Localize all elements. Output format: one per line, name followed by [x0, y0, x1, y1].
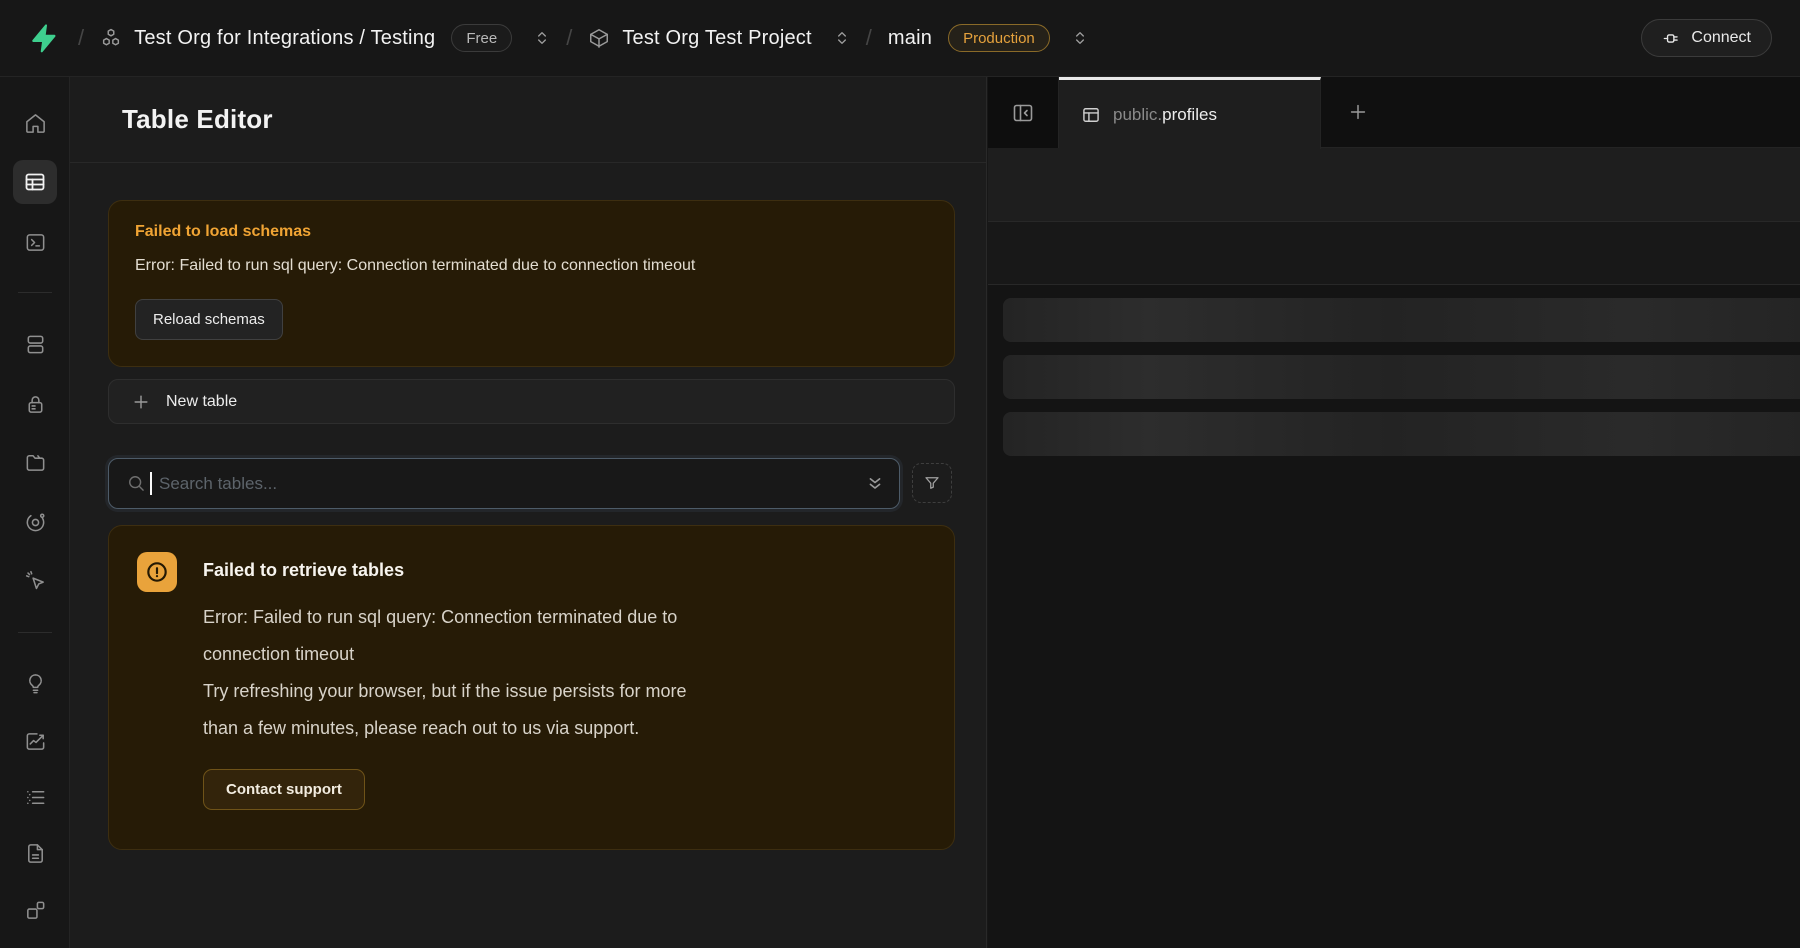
- lightbulb-icon: [24, 672, 47, 695]
- sidebar-item-api-docs[interactable]: [13, 831, 57, 875]
- home-icon: [24, 112, 47, 135]
- expand-schemas-button[interactable]: [864, 470, 886, 496]
- supabase-logo-icon[interactable]: [28, 23, 58, 53]
- database-icon: [24, 333, 47, 356]
- plug-icon: [1662, 29, 1681, 48]
- breadcrumb-org: Test Org for Integrations / Testing Free: [100, 24, 550, 52]
- chevrons-down-icon: [864, 470, 886, 496]
- search-tables-input[interactable]: [108, 458, 900, 509]
- cursor-click-icon: [24, 569, 47, 592]
- text-cursor: [150, 472, 152, 495]
- terminal-icon: [24, 231, 47, 254]
- plus-icon: [131, 392, 151, 412]
- icon-sidebar: [0, 77, 70, 948]
- tables-error-message: Error: Failed to run sql query: Connecti…: [203, 599, 926, 747]
- orbit-icon: [24, 511, 47, 534]
- app-header: / Test Org for Integrations / Testing Fr…: [0, 0, 1800, 77]
- connect-label: Connect: [1691, 29, 1751, 47]
- sidebar-item-sql-editor[interactable]: [13, 220, 57, 264]
- schema-error-title: Failed to load schemas: [135, 223, 928, 241]
- list-icon: [24, 786, 47, 809]
- table-editor-icon: [23, 170, 47, 194]
- tab-schema: public.: [1113, 105, 1162, 124]
- environment-badge: Production: [948, 24, 1050, 52]
- file-text-icon: [24, 842, 47, 865]
- breadcrumb-separator: /: [566, 25, 572, 51]
- sidebar-divider: [18, 292, 52, 293]
- page-title: Table Editor: [122, 104, 273, 135]
- schema-error-message: Error: Failed to run sql query: Connecti…: [135, 257, 928, 275]
- sidebar-item-storage[interactable]: [13, 440, 57, 484]
- branch-switcher-button[interactable]: [1072, 30, 1088, 46]
- chevrons-up-down-icon: [1072, 30, 1088, 46]
- tables-error-line: connection timeout: [203, 636, 926, 673]
- box-icon: [588, 27, 610, 49]
- tab-bar: public.profiles: [988, 77, 1800, 148]
- tab-public-profiles[interactable]: public.profiles: [1059, 77, 1321, 149]
- boxes-icon: [100, 27, 122, 49]
- table-editor-panel: Table Editor Failed to load schemas Erro…: [70, 77, 987, 948]
- sidebar-item-realtime[interactable]: [13, 558, 57, 602]
- tab-label: public.profiles: [1113, 105, 1217, 125]
- connect-button[interactable]: Connect: [1641, 19, 1772, 57]
- breadcrumb-separator: /: [866, 25, 872, 51]
- tables-error-title: Failed to retrieve tables: [203, 560, 926, 581]
- sidebar-item-authentication[interactable]: [13, 382, 57, 426]
- collapse-sidebar-button[interactable]: [988, 77, 1059, 148]
- skeleton-rows: [1003, 298, 1800, 469]
- sidebar-item-logs[interactable]: [13, 775, 57, 819]
- new-table-label: New table: [166, 393, 237, 411]
- sidebar-item-edge-functions[interactable]: [13, 500, 57, 544]
- sidebar-item-advisors[interactable]: [13, 661, 57, 705]
- tables-error-content: Failed to retrieve tables Error: Failed …: [203, 552, 926, 823]
- app-root: / Test Org for Integrations / Testing Fr…: [0, 0, 1800, 948]
- filter-tables-button[interactable]: [912, 463, 952, 503]
- funnel-icon: [923, 474, 941, 492]
- breadcrumb-branch: main Production: [888, 24, 1088, 52]
- sidebar-item-reports[interactable]: [13, 719, 57, 763]
- panel-header: Table Editor: [70, 77, 986, 163]
- skeleton-row: [1003, 355, 1800, 399]
- new-tab-button[interactable]: [1347, 77, 1369, 147]
- grid-body: [988, 285, 1800, 948]
- project-name[interactable]: Test Org Test Project: [622, 27, 811, 50]
- sidebar-divider: [18, 632, 52, 633]
- panel-left-close-icon: [1011, 101, 1035, 125]
- schema-error-banner: Failed to load schemas Error: Failed to …: [108, 200, 955, 367]
- breadcrumb-project: Test Org Test Project: [588, 27, 849, 50]
- warning-alert-icon: [137, 552, 177, 592]
- sidebar-item-table-editor[interactable]: [13, 160, 57, 204]
- skeleton-row: [1003, 298, 1800, 342]
- sidebar-item-database[interactable]: [13, 322, 57, 366]
- sidebar-item-integrations[interactable]: [13, 888, 57, 932]
- tables-error-line: Try refreshing your browser, but if the …: [203, 673, 926, 710]
- new-table-button[interactable]: New table: [108, 379, 955, 424]
- grid-header-row: [988, 222, 1800, 285]
- org-name[interactable]: Test Org for Integrations / Testing: [134, 27, 435, 50]
- branch-name[interactable]: main: [888, 27, 932, 50]
- plus-icon: [1347, 101, 1369, 123]
- lock-icon: [24, 393, 47, 416]
- tables-error-banner: Failed to retrieve tables Error: Failed …: [108, 525, 955, 850]
- contact-support-button[interactable]: Contact support: [203, 769, 365, 810]
- sidebar-item-home[interactable]: [13, 101, 57, 145]
- chevrons-up-down-icon: [534, 30, 550, 46]
- skeleton-row: [1003, 412, 1800, 456]
- org-switcher-button[interactable]: [534, 30, 550, 46]
- search-tables: [108, 458, 900, 509]
- plan-badge: Free: [451, 24, 512, 52]
- project-switcher-button[interactable]: [834, 30, 850, 46]
- grid-toolbar: [988, 148, 1800, 222]
- tab-table-name: profiles: [1162, 105, 1217, 124]
- tables-error-line: Error: Failed to run sql query: Connecti…: [203, 599, 926, 636]
- folder-icon: [24, 451, 47, 474]
- chart-icon: [24, 730, 47, 753]
- tables-error-line: than a few minutes, please reach out to …: [203, 710, 926, 747]
- reload-schemas-button[interactable]: Reload schemas: [135, 299, 283, 340]
- breadcrumb-separator: /: [78, 25, 84, 51]
- grid-panel: public.profiles: [988, 77, 1800, 948]
- chevrons-up-down-icon: [834, 30, 850, 46]
- table-icon: [1081, 105, 1101, 125]
- blocks-icon: [24, 899, 47, 922]
